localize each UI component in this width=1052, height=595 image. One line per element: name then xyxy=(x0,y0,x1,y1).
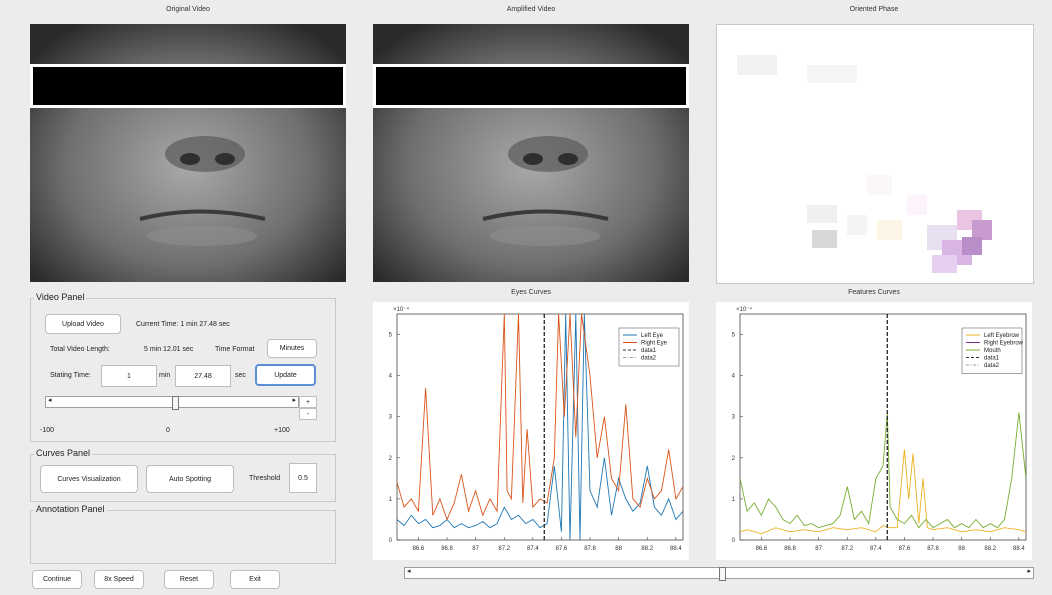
exponent-label: ×10⁻⁴ xyxy=(393,306,409,313)
x-tick-label: 88 xyxy=(615,546,622,552)
x-tick-label: 87.8 xyxy=(927,546,939,552)
timeline-slider[interactable]: ◂ ▸ xyxy=(404,567,1034,581)
video-panel-title: Video Panel xyxy=(34,292,87,302)
x-tick-label: 87.2 xyxy=(841,546,853,552)
x-tick-label: 86.8 xyxy=(784,546,796,552)
increment-button[interactable]: + xyxy=(299,396,317,408)
oriented-phase-view xyxy=(716,24,1034,284)
legend-label: Right Eye xyxy=(641,341,668,347)
x-tick-label: 87.2 xyxy=(498,546,510,552)
upload-video-button[interactable]: Upload Video xyxy=(45,314,121,334)
original-video-view xyxy=(30,24,346,282)
exponent-label: ×10⁻⁴ xyxy=(736,306,752,313)
features-curves-title: Features Curves xyxy=(848,289,900,296)
eye-mask-bar xyxy=(30,64,346,108)
x-tick-label: 87 xyxy=(472,546,479,552)
start-sec-field[interactable]: 27.48 xyxy=(175,365,231,387)
legend-label: Left Eyebrow xyxy=(984,333,1020,339)
eyes-curves-title: Eyes Curves xyxy=(511,289,551,296)
x-tick-label: 88.2 xyxy=(641,546,653,552)
features-curves-chart: ×10⁻⁴ 86.6 86.8 87 87.2 87.4 87.6 87.8 88 88.2 88.… xyxy=(716,302,1032,560)
timeline-right-arrow-icon[interactable]: ▸ xyxy=(1027,567,1031,575)
starting-time-label: Stating Time: xyxy=(50,372,91,379)
x-tick-label: 87 xyxy=(815,546,822,552)
annotation-panel: Annotation Panel xyxy=(30,504,336,564)
amplified-video-view xyxy=(373,24,689,282)
curves-panel-title: Curves Panel xyxy=(34,448,93,458)
original-video-title: Original Video xyxy=(166,6,210,13)
slider-left-arrow-icon[interactable]: ◂ xyxy=(48,396,52,404)
legend-label: data1 xyxy=(641,348,657,354)
legend-label: Left Eye xyxy=(641,333,664,339)
timeline-thumb[interactable] xyxy=(719,567,726,581)
x-tick-label: 86.6 xyxy=(756,546,768,552)
x-tick-label: 87.6 xyxy=(556,546,568,552)
legend: Left Eye Right Eyedata1 data2 xyxy=(618,327,680,367)
slider-right-arrow-icon[interactable]: ▸ xyxy=(292,396,296,404)
slider-mid-label: 0 xyxy=(166,427,170,434)
legend-label: data2 xyxy=(641,356,657,362)
threshold-label: Threshold xyxy=(249,475,281,482)
x-tick-label: 88.4 xyxy=(670,546,682,552)
curves-visualization-button[interactable]: Curves Visualization xyxy=(40,465,138,493)
minutes-button[interactable]: Minutes xyxy=(267,339,317,358)
sec-unit-label: sec xyxy=(235,372,246,379)
x-tick-label: 87.6 xyxy=(899,546,911,552)
oriented-phase-title: Oriented Phase xyxy=(849,6,899,13)
timeline-left-arrow-icon[interactable]: ◂ xyxy=(407,567,411,575)
decrement-button[interactable]: - xyxy=(299,408,317,420)
annotation-panel-title: Annotation Panel xyxy=(34,504,107,514)
exit-button[interactable]: Exit xyxy=(230,570,280,589)
threshold-field[interactable]: 0.5 xyxy=(289,463,317,493)
slider-thumb[interactable] xyxy=(172,396,179,410)
legend-label: Right Eyebrow xyxy=(984,341,1024,347)
speed-button[interactable]: 8x Speed xyxy=(94,570,144,589)
legend-label: data1 xyxy=(984,356,1000,362)
curves-panel: Curves Panel Curves Visualization Auto S… xyxy=(30,448,336,502)
amplified-video-title: Amplified Video xyxy=(506,6,556,13)
continue-button[interactable]: Continue xyxy=(32,570,82,589)
update-button[interactable]: Update xyxy=(255,364,316,386)
x-tick-label: 88 xyxy=(958,546,965,552)
legend-label: data2 xyxy=(984,363,1000,369)
reset-button[interactable]: Reset xyxy=(164,570,214,589)
slider-min-label: -100 xyxy=(40,427,55,434)
x-tick-label: 86.8 xyxy=(441,546,453,552)
time-offset-slider[interactable]: ◂ ▸ xyxy=(45,396,299,410)
x-tick-label: 86.6 xyxy=(413,546,425,552)
x-tick-label: 88.4 xyxy=(1013,546,1025,552)
x-tick-label: 87.8 xyxy=(584,546,596,552)
legend-label: Mouth xyxy=(984,348,1001,354)
x-tick-label: 87.4 xyxy=(527,546,539,552)
min-unit-label: min xyxy=(159,372,171,379)
slider-max-label: +100 xyxy=(274,427,290,434)
total-length-label: Total Video Length: xyxy=(50,346,110,353)
current-time-label: Current Time: 1 min 27.48 sec xyxy=(136,321,230,328)
auto-spotting-button[interactable]: Auto Spotting xyxy=(146,465,234,493)
legend: Left Eyebrow Right EyebrowMouth data1data2 xyxy=(961,327,1024,374)
time-format-label: Time Format xyxy=(215,346,255,353)
eyes-curves-chart: ×10⁻⁴ 86.6 86.8 87 87.2 87.4 87.6 87.8 88 88.2 88.… xyxy=(373,302,689,560)
eye-mask-bar xyxy=(373,64,689,108)
x-tick-label: 88.2 xyxy=(984,546,996,552)
total-length-value: 5 min 12.01 sec xyxy=(144,346,194,353)
x-tick-label: 87.4 xyxy=(870,546,882,552)
video-panel: Video Panel Upload Video Current Time: 1… xyxy=(30,292,336,442)
start-min-field[interactable]: 1 xyxy=(101,365,157,387)
